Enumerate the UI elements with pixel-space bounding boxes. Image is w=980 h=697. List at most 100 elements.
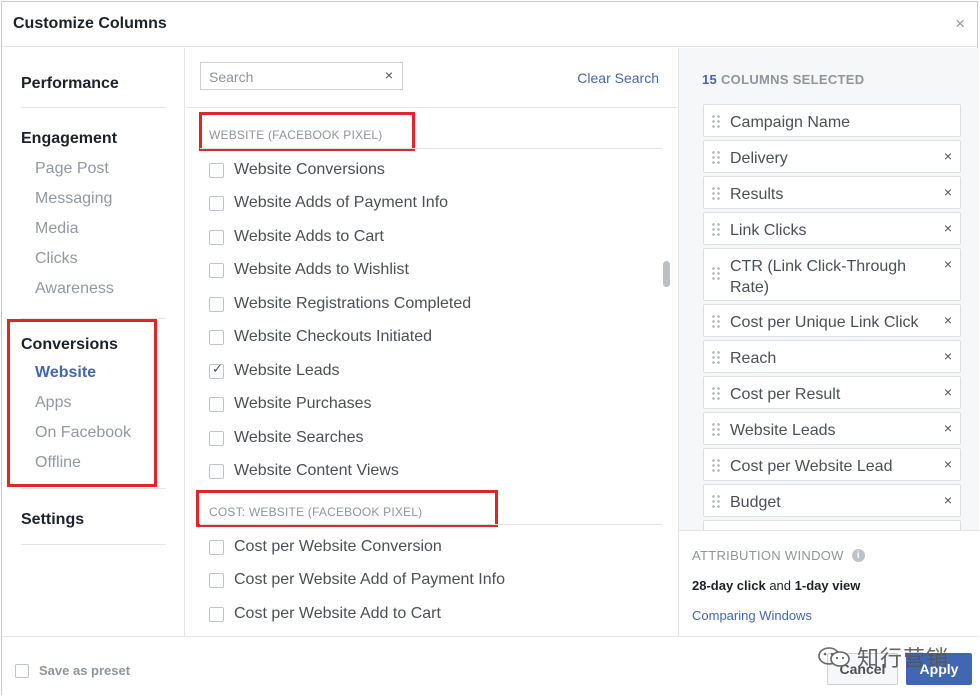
nav-item-awareness[interactable]: Awareness (21, 274, 166, 304)
option-cost-per-website-add-to-cart[interactable]: Cost per Website Add to Cart (209, 602, 441, 626)
search-clear-icon[interactable]: × (385, 67, 393, 83)
close-icon[interactable]: × (955, 14, 965, 34)
nav-group-performance[interactable]: Performance (21, 74, 166, 94)
cancel-button[interactable]: Cancel (827, 653, 898, 685)
selected-column-partial[interactable] (703, 520, 961, 530)
search-divider (186, 107, 677, 108)
selected-column-delivery[interactable]: Delivery × (703, 140, 961, 173)
selected-column-cost-per-unique-link-click[interactable]: Cost per Unique Link Click × (703, 304, 961, 337)
drag-handle-icon[interactable] (711, 314, 721, 330)
scrollbar-thumb[interactable] (663, 261, 670, 287)
apply-button[interactable]: Apply (906, 653, 972, 685)
remove-icon[interactable]: × (944, 420, 952, 436)
info-icon[interactable]: i (851, 549, 865, 562)
search-input[interactable] (209, 67, 379, 87)
remove-icon[interactable]: × (944, 184, 952, 200)
nav-heading-performance[interactable]: Performance (21, 74, 166, 94)
option-website-checkouts-initiated[interactable]: Website Checkouts Initiated (209, 325, 432, 349)
comparing-windows-link[interactable]: Comparing Windows (692, 608, 812, 623)
option-label: Website Registrations Completed (234, 295, 472, 312)
checkbox[interactable] (209, 396, 224, 412)
selected-column-link-clicks[interactable]: Link Clicks × (703, 212, 961, 245)
remove-icon[interactable]: × (944, 312, 952, 328)
remove-icon[interactable]: × (944, 456, 952, 472)
remove-icon[interactable]: × (944, 492, 952, 508)
attribution-value: 28-day click and 1-day view (692, 578, 860, 593)
checkbox[interactable] (209, 296, 224, 312)
dialog-header: Customize Columns × (2, 2, 977, 47)
option-website-searches[interactable]: Website Searches (209, 426, 364, 450)
drag-handle-icon[interactable] (711, 186, 721, 202)
checkbox[interactable] (209, 329, 224, 345)
option-website-purchases[interactable]: Website Purchases (209, 392, 372, 416)
checkbox[interactable] (15, 663, 29, 678)
checkbox[interactable] (209, 430, 224, 446)
checkbox[interactable] (209, 606, 224, 622)
option-label: Website Leads (234, 362, 340, 379)
drag-handle-icon[interactable] (711, 458, 721, 474)
option-website-content-views[interactable]: Website Content Views (209, 459, 399, 483)
drag-handle-icon[interactable] (711, 386, 721, 402)
dialog-footer: Save as preset Cancel Apply 知行营销 (2, 636, 979, 696)
option-website-leads[interactable]: Website Leads (209, 359, 340, 383)
category-nav: Performance Engagement Page Post Messagi… (2, 48, 185, 636)
remove-icon[interactable]: × (944, 220, 952, 236)
selected-column-cost-per-result[interactable]: Cost per Result × (703, 376, 961, 409)
nav-heading-engagement[interactable]: Engagement (21, 129, 166, 149)
checkbox[interactable] (209, 162, 224, 178)
option-cost-per-website-add-of-payment-info[interactable]: Cost per Website Add of Payment Info (209, 568, 505, 592)
selected-column-results[interactable]: Results × (703, 176, 961, 209)
nav-divider (21, 544, 166, 545)
clear-search-link[interactable]: Clear Search (577, 70, 659, 86)
nav-item-clicks[interactable]: Clicks (21, 244, 166, 274)
column-options-panel: × Clear Search WEBSITE (FACEBOOK PIXEL) … (186, 48, 677, 636)
nav-heading-settings[interactable]: Settings (21, 510, 166, 530)
column-label: Cost per Result (730, 386, 841, 403)
cost-website-highlight-box (196, 490, 498, 527)
drag-handle-icon[interactable] (711, 494, 721, 510)
column-label: Results (730, 186, 784, 203)
selected-column-ctr[interactable]: CTR (Link Click-Through Rate) × (703, 248, 961, 301)
checkbox-checked[interactable] (209, 362, 224, 379)
option-website-adds-of-payment-info[interactable]: Website Adds of Payment Info (209, 191, 448, 215)
option-website-adds-to-wishlist[interactable]: Website Adds to Wishlist (209, 258, 409, 282)
preset-label: Save as preset (39, 663, 131, 678)
checkbox[interactable] (209, 195, 224, 211)
remove-icon[interactable]: × (944, 148, 952, 164)
checkbox[interactable] (209, 229, 224, 245)
drag-handle-icon[interactable] (711, 114, 721, 130)
nav-item-media[interactable]: Media (21, 214, 166, 244)
selected-column-cost-per-website-lead[interactable]: Cost per Website Lead × (703, 448, 961, 481)
selected-column-campaign-name[interactable]: Campaign Name (703, 104, 961, 137)
selected-column-website-leads[interactable]: Website Leads × (703, 412, 961, 445)
remove-icon[interactable]: × (944, 348, 952, 364)
nav-item-messaging[interactable]: Messaging (21, 184, 166, 214)
nav-divider (21, 107, 166, 108)
drag-handle-icon[interactable] (711, 422, 721, 438)
option-website-registrations-completed[interactable]: Website Registrations Completed (209, 292, 471, 316)
checkbox[interactable] (209, 539, 224, 555)
drag-handle-icon[interactable] (711, 350, 721, 366)
selected-column-reach[interactable]: Reach × (703, 340, 961, 373)
checkbox[interactable] (209, 572, 224, 588)
drag-handle-icon[interactable] (711, 222, 721, 238)
option-website-conversions[interactable]: Website Conversions (209, 158, 385, 182)
selected-heading-text: COLUMNS SELECTED (720, 72, 865, 87)
checkbox[interactable] (209, 463, 224, 479)
column-label: Link Clicks (730, 222, 807, 239)
drag-handle-icon[interactable] (711, 150, 721, 166)
nav-group-settings[interactable]: Settings (21, 510, 166, 530)
checkbox[interactable] (209, 262, 224, 278)
option-cost-per-website-conversion[interactable]: Cost per Website Conversion (209, 535, 442, 559)
drag-handle-icon[interactable] (711, 266, 721, 282)
remove-icon[interactable]: × (944, 384, 952, 400)
option-label: Website Checkouts Initiated (234, 328, 433, 345)
selected-count: 15 (702, 72, 718, 87)
nav-item-page-post[interactable]: Page Post (21, 154, 166, 184)
remove-icon[interactable]: × (944, 256, 952, 272)
save-as-preset[interactable]: Save as preset (15, 663, 130, 678)
click-window: 28-day click (692, 578, 766, 593)
option-website-adds-to-cart[interactable]: Website Adds to Cart (209, 225, 384, 249)
option-label: Website Searches (234, 429, 364, 446)
selected-column-budget[interactable]: Budget × (703, 484, 961, 517)
